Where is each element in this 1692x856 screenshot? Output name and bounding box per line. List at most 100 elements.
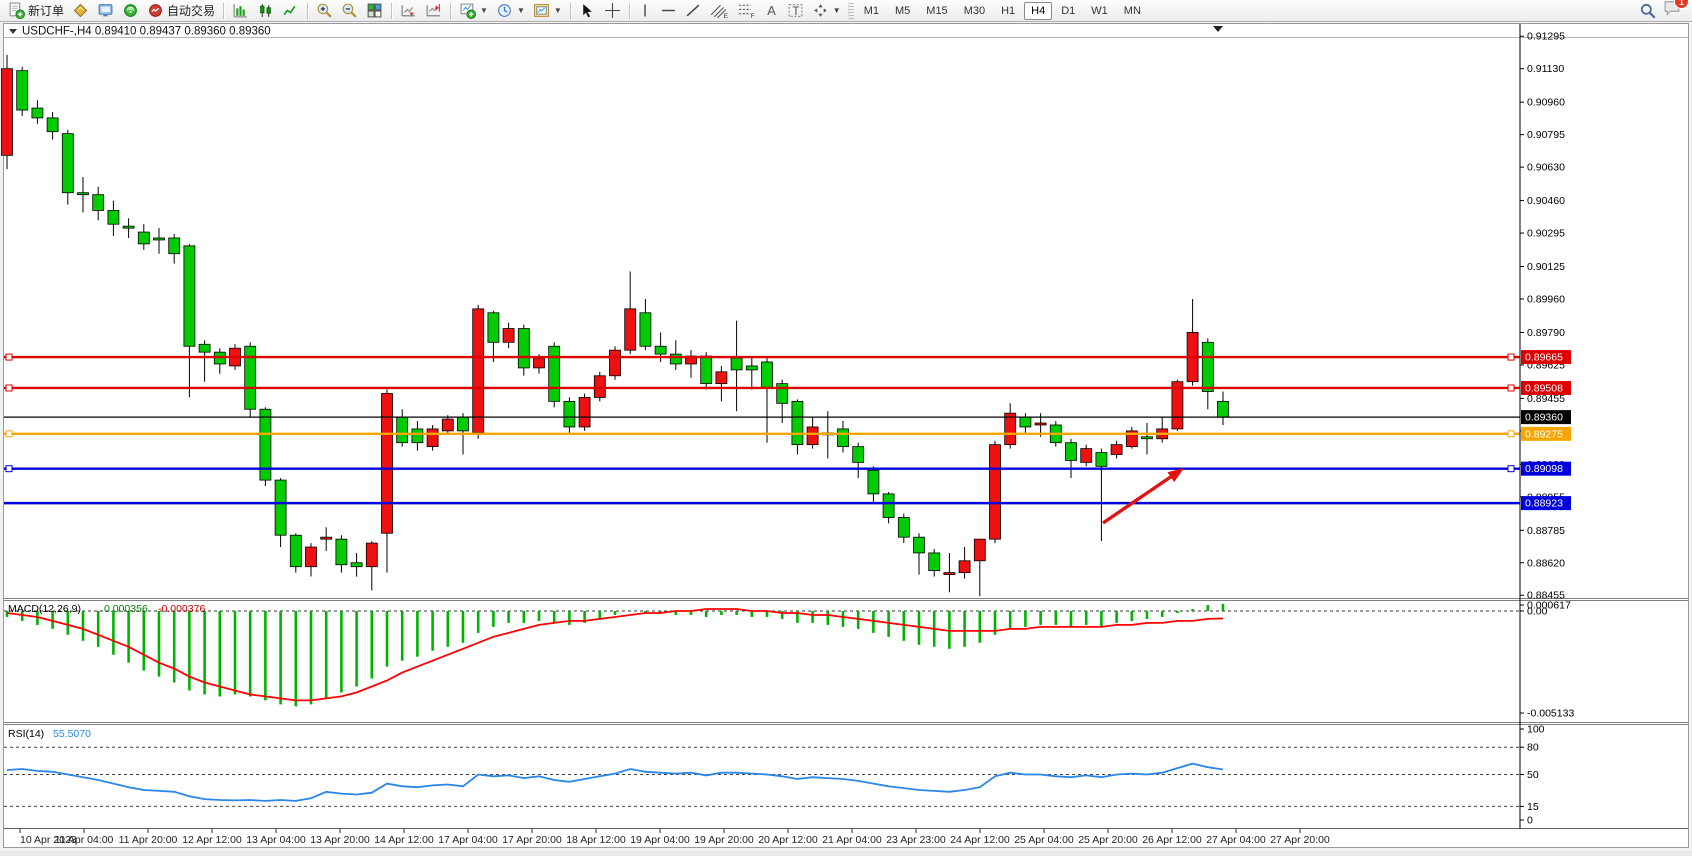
tab-timeframe-D1[interactable]: D1 xyxy=(1054,2,1082,20)
candlestick-button[interactable] xyxy=(253,0,278,21)
svg-text:0.89275: 0.89275 xyxy=(1525,428,1563,440)
fibonacci-button[interactable]: F xyxy=(733,0,760,21)
new-chart-icon xyxy=(459,2,476,19)
date-label: 20 Apr 12:00 xyxy=(758,834,818,846)
svg-text:0.89360: 0.89360 xyxy=(1525,412,1563,424)
signal-icon xyxy=(122,2,139,19)
chevron-down-icon: ▼ xyxy=(517,6,525,15)
chevron-down-icon: ▼ xyxy=(833,6,841,15)
auto-scroll-button[interactable] xyxy=(396,0,421,21)
zoom-out-button[interactable] xyxy=(337,0,362,21)
price-tick: 0.91130 xyxy=(1527,63,1564,75)
line-handle[interactable] xyxy=(6,466,12,472)
price-tick: 0.89790 xyxy=(1527,327,1565,339)
svg-text:RSI(14): RSI(14) xyxy=(8,728,44,740)
vertical-line-icon xyxy=(638,2,652,19)
arrows-tool-button[interactable]: ▼ xyxy=(808,0,845,21)
price-tick: 0.88785 xyxy=(1527,525,1565,537)
tab-timeframe-M1[interactable]: M1 xyxy=(857,2,886,20)
toolbar-separator xyxy=(570,3,571,19)
tile-windows-button[interactable] xyxy=(362,0,387,21)
svg-text:F: F xyxy=(751,13,755,19)
auto-trading-button[interactable]: 自动交易 xyxy=(143,0,219,21)
svg-text:MACD(12,26,9): MACD(12,26,9) xyxy=(8,603,81,615)
date-label: 14 Apr 12:00 xyxy=(374,834,434,846)
search-icon[interactable] xyxy=(1639,2,1657,20)
chart-canvas[interactable]: USDCHF-,H4 0.89410 0.89437 0.89360 0.893… xyxy=(0,22,1692,851)
zoom-in-icon xyxy=(316,2,333,19)
terminal-button[interactable] xyxy=(93,0,118,21)
date-label: 27 Apr 04:00 xyxy=(1206,834,1266,846)
macd-signal-value: -0.000376 xyxy=(158,603,205,615)
crosshair-button[interactable] xyxy=(600,0,625,21)
rsi-axis-label: 15 xyxy=(1527,801,1539,813)
templates-button[interactable]: ▼ xyxy=(529,0,566,21)
line-handle[interactable] xyxy=(1508,431,1514,437)
line-handle[interactable] xyxy=(6,431,12,437)
svg-text:0.88923: 0.88923 xyxy=(1525,498,1563,510)
tab-timeframe-M30[interactable]: M30 xyxy=(957,2,992,20)
price-tick: 0.90295 xyxy=(1527,228,1565,240)
cursor-button[interactable] xyxy=(575,0,600,21)
tab-timeframe-H4[interactable]: H4 xyxy=(1024,2,1052,20)
horizontal-line-button[interactable] xyxy=(656,0,681,21)
line-handle[interactable] xyxy=(6,354,12,360)
templates-icon xyxy=(533,2,550,19)
label-button[interactable]: T xyxy=(783,0,808,21)
signal-button[interactable] xyxy=(118,0,143,21)
periods-button[interactable]: ▼ xyxy=(492,0,529,21)
tab-timeframe-M5[interactable]: M5 xyxy=(888,2,917,20)
new-order-button[interactable]: 新订单 xyxy=(4,0,68,21)
price-tick: 0.90460 xyxy=(1527,195,1565,207)
rsi-axis-label: 100 xyxy=(1527,724,1545,736)
price-badge-0.89275: 0.89275 xyxy=(1521,427,1571,441)
line-handle[interactable] xyxy=(1508,385,1514,391)
tab-timeframe-M15[interactable]: M15 xyxy=(919,2,954,20)
text-button[interactable]: A xyxy=(760,0,783,21)
toolbar-separator xyxy=(629,3,630,19)
tab-timeframe-MN[interactable]: MN xyxy=(1117,2,1148,20)
price-tick: 0.90125 xyxy=(1527,261,1565,273)
date-label: 24 Apr 12:00 xyxy=(950,834,1010,846)
line-handle[interactable] xyxy=(1508,466,1514,472)
chat-button[interactable]: 1 xyxy=(1663,0,1682,22)
tab-timeframe-H1[interactable]: H1 xyxy=(994,2,1022,20)
new-order-icon xyxy=(8,2,25,19)
channel-icon: E xyxy=(710,2,729,19)
price-badge-0.89665: 0.89665 xyxy=(1521,350,1571,364)
arrows-icon xyxy=(812,2,829,19)
line-chart-icon xyxy=(282,2,299,19)
auto-trading-icon xyxy=(147,2,164,19)
periods-icon xyxy=(496,2,513,19)
label-icon: T xyxy=(787,2,804,19)
line-handle[interactable] xyxy=(6,385,12,391)
toolbar-separator xyxy=(307,3,308,19)
line-handle[interactable] xyxy=(1508,354,1514,360)
timeframe-bar: M1M5M15M30H1H4D1W1MN xyxy=(857,2,1148,20)
gold-cube-button[interactable] xyxy=(68,0,93,21)
line-chart-button[interactable] xyxy=(278,0,303,21)
zoom-in-button[interactable] xyxy=(312,0,337,21)
chart-shift-button[interactable] xyxy=(421,0,446,21)
trendline-icon xyxy=(685,2,702,19)
date-label: 11 Apr 04:00 xyxy=(55,834,114,846)
new-chart-button[interactable]: ▼ xyxy=(455,0,492,21)
tab-timeframe-W1[interactable]: W1 xyxy=(1084,2,1115,20)
zoom-out-icon xyxy=(341,2,358,19)
chart-window[interactable]: USDCHF-,H4 0.89410 0.89437 0.89360 0.893… xyxy=(0,22,1692,851)
date-label: 17 Apr 20:00 xyxy=(502,834,562,846)
price-tick: 0.88620 xyxy=(1527,557,1565,569)
crosshair-icon xyxy=(604,2,621,19)
main-toolbar: 新订单 自动交易 xyxy=(0,0,1692,22)
price-badge-0.88923: 0.88923 xyxy=(1521,496,1571,510)
bar-chart-button[interactable] xyxy=(228,0,253,21)
price-badge-0.89508: 0.89508 xyxy=(1521,381,1571,395)
svg-text:A: A xyxy=(767,3,776,18)
terminal-icon xyxy=(97,2,114,19)
toolbar-separator xyxy=(450,3,451,19)
rsi-axis-label: 0 xyxy=(1527,815,1533,827)
trendline-button[interactable] xyxy=(681,0,706,21)
date-label: 13 Apr 20:00 xyxy=(310,834,370,846)
channel-button[interactable]: E xyxy=(706,0,733,21)
vertical-line-button[interactable] xyxy=(634,0,656,21)
